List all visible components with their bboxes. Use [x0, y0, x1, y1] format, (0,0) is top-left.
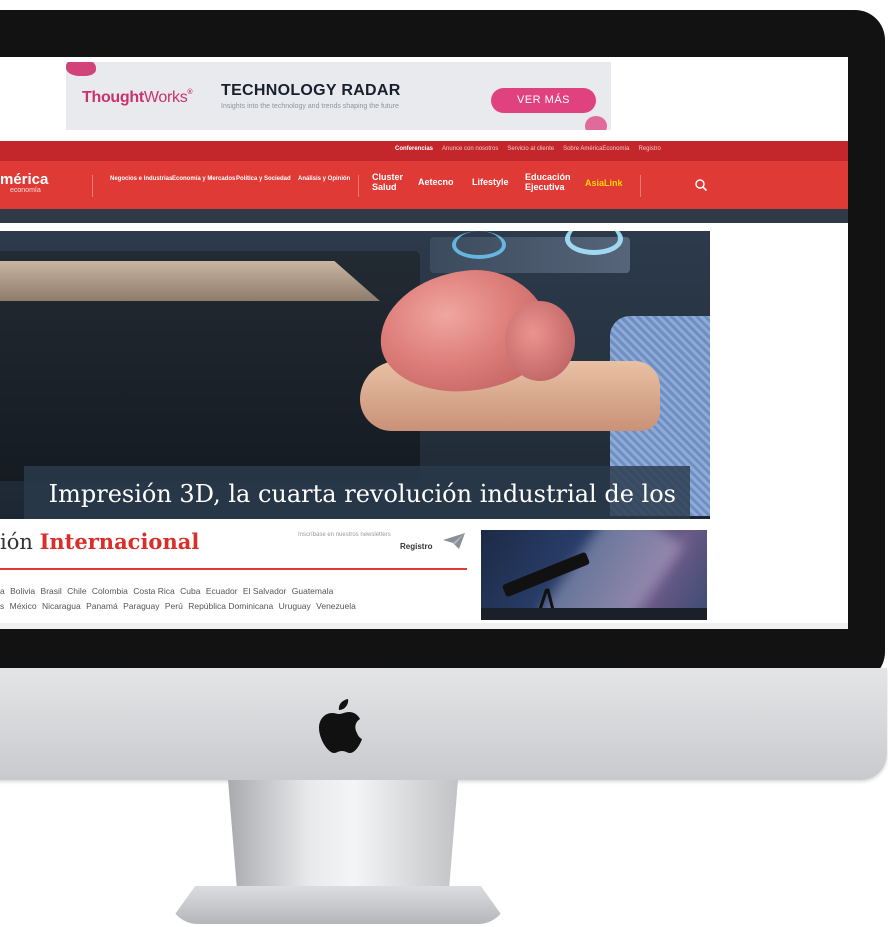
ad-decoration	[585, 116, 607, 130]
country-link[interactable]: Paraguay	[123, 601, 159, 611]
ad-tagline: Insights into the technology and trends …	[221, 103, 399, 110]
edition-name: Internacional	[39, 529, 200, 554]
edition-title: ión Internacional	[0, 529, 199, 554]
ad-brand-logo: ThoughtWorks®	[82, 89, 193, 106]
nav-item-aetecno[interactable]: Aetecno	[418, 177, 454, 188]
newsletter-register-link[interactable]: Registro	[400, 542, 432, 551]
country-link[interactable]: Bolivia	[10, 586, 35, 596]
country-link[interactable]: s	[0, 601, 4, 611]
topbar-link-servicio[interactable]: Servicio al cliente	[507, 146, 554, 152]
country-row: a Bolivia Brasil Chile Colombia Costa Ri…	[0, 584, 470, 599]
main-navigation: mérica economía Negocios e Industrias Ec…	[0, 161, 848, 209]
thoughtworks-ad-banner[interactable]: ThoughtWorks® TECHNOLOGY RADAR Insights …	[66, 62, 611, 130]
hero-image-heart	[505, 301, 575, 381]
country-row: s México Nicaragua Panamá Paraguay Perú …	[0, 599, 470, 614]
country-link[interactable]: Nicaragua	[42, 601, 81, 611]
telescope-thumbnail[interactable]	[481, 530, 707, 620]
edition-prefix: ión	[0, 530, 33, 554]
nav-item-economia[interactable]: Economía y Mercados	[172, 176, 235, 183]
topbar-link-sobre[interactable]: Sobre AméricaEconomía	[563, 146, 629, 152]
website-screen: ThoughtWorks® TECHNOLOGY RADAR Insights …	[0, 57, 848, 629]
nav-divider	[358, 175, 359, 197]
screen-bottom-edge	[0, 623, 848, 629]
site-logo[interactable]: mérica economía	[0, 172, 48, 194]
country-link[interactable]: Venezuela	[316, 601, 356, 611]
hero-headline[interactable]: Impresión 3D, la cuarta revolución indus…	[24, 466, 690, 519]
nav-item-negocios[interactable]: Negocios e Industrias	[110, 176, 172, 183]
country-link[interactable]: República Dominicana	[188, 601, 273, 611]
utility-bar: Conferencias Anunce con nosotros Servici…	[0, 141, 848, 161]
imac-stand	[228, 780, 458, 892]
country-link[interactable]: Perú	[165, 601, 183, 611]
country-link[interactable]: a	[0, 586, 5, 596]
ad-decoration	[66, 62, 96, 76]
edition-divider	[0, 568, 467, 570]
ad-cta-button[interactable]: VER MÁS	[491, 88, 596, 113]
logo-main-text: mérica	[0, 171, 49, 188]
country-link[interactable]: Cuba	[180, 586, 200, 596]
topbar-link-registro[interactable]: Registro	[638, 146, 660, 152]
search-icon[interactable]	[694, 178, 708, 192]
nav-item-lifestyle[interactable]: Lifestyle	[472, 177, 509, 188]
country-link[interactable]: Uruguay	[279, 601, 311, 611]
hero-image-detail	[452, 231, 506, 259]
nav-item-asialink[interactable]: AsiaLink	[585, 178, 623, 189]
newsletter-invite: Inscríbase en nuestros newsletters	[298, 532, 391, 538]
nav-divider	[92, 175, 93, 197]
country-link[interactable]: México	[10, 601, 37, 611]
country-link[interactable]: Panamá	[86, 601, 118, 611]
nav-item-analisis[interactable]: Análisis y Opinión	[298, 176, 350, 183]
country-link[interactable]: Brasil	[41, 586, 62, 596]
paper-plane-icon[interactable]	[442, 532, 466, 550]
topbar-link-conferencias[interactable]: Conferencias	[395, 146, 433, 152]
ad-title: TECHNOLOGY RADAR	[221, 82, 401, 99]
hero-image-printer	[0, 251, 420, 481]
nav-divider	[640, 175, 641, 197]
country-link[interactable]: El Salvador	[243, 586, 286, 596]
apple-logo-icon	[319, 699, 362, 753]
country-link[interactable]: Colombia	[92, 586, 128, 596]
nav-item-politica[interactable]: Política y Sociedad	[236, 176, 291, 183]
country-link[interactable]: Ecuador	[206, 586, 238, 596]
imac-stand-base	[168, 886, 508, 924]
country-list: a Bolivia Brasil Chile Colombia Costa Ri…	[0, 584, 470, 614]
country-link[interactable]: Guatemala	[292, 586, 334, 596]
hero-image-detail	[0, 261, 380, 301]
country-link[interactable]: Costa Rica	[133, 586, 175, 596]
nav-item-educacion[interactable]: Educación Ejecutiva	[525, 172, 575, 193]
hero-article[interactable]: Impresión 3D, la cuarta revolución indus…	[0, 231, 710, 519]
imac-chin	[0, 668, 887, 780]
nav-item-cluster-salud[interactable]: Cluster Salud	[372, 172, 406, 193]
thumbnail-detail	[481, 608, 707, 620]
logo-sub-text: economía	[10, 187, 41, 194]
country-link[interactable]: Chile	[67, 586, 86, 596]
topbar-link-anunce[interactable]: Anunce con nosotros	[442, 146, 498, 152]
nav-shadow-band	[0, 209, 848, 223]
